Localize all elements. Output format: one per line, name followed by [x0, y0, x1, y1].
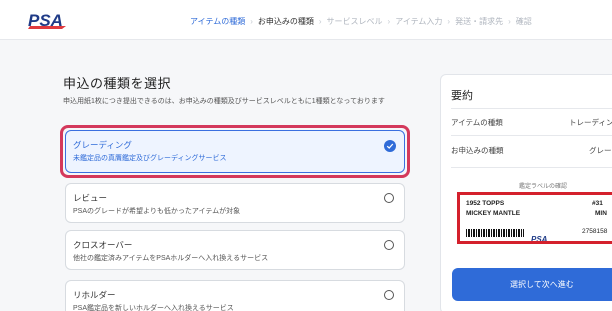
option-description: PSA鑑定品を新しいホルダーへ入れ換えるサービス [73, 305, 234, 311]
step-item-entry: アイテム入力 [395, 16, 443, 26]
chevron-right-icon: › [508, 16, 511, 26]
check-circle-icon[interactable] [384, 140, 396, 152]
cert-label-preview: 1952 TOPPS #31 MICKEY MANTLE MIN PSA 275… [457, 192, 612, 244]
cert-number: 2758158 [582, 228, 608, 235]
option-title: リホルダー [73, 290, 116, 300]
chevron-right-icon: › [387, 16, 391, 26]
chevron-right-icon: › [447, 16, 451, 26]
option-title: クロスオーバー [73, 240, 133, 250]
label-preview-caption: 鑑定ラベルの確認 [519, 184, 568, 190]
page-subtitle: 申込用紙1枚につき提出できるのは、お申込みの種類及びサービスレベルともに1種類と… [63, 98, 385, 105]
radio-button[interactable] [384, 193, 394, 203]
radio-button[interactable] [384, 290, 394, 300]
option-description: 他社の鑑定済みアイテムをPSAホルダーへ入れ換えるサービス [73, 255, 269, 262]
step-confirm: 確認 [515, 16, 532, 26]
chevron-right-icon: › [318, 16, 322, 26]
summary-submission-type-label: お申込みの種類 [451, 146, 504, 155]
radio-button[interactable] [384, 240, 394, 250]
option-title: グレーディング [73, 140, 132, 150]
divider [451, 108, 612, 109]
option-review[interactable]: レビュー PSAのグレードが希望よりも低かったアイテムが対象 [65, 183, 405, 223]
step-service-level: サービスレベル [326, 16, 383, 26]
option-reholder[interactable]: リホルダー PSA鑑定品を新しいホルダーへ入れ換えるサービス [65, 280, 405, 311]
option-description: PSAのグレードが希望よりも低かったアイテムが対象 [73, 208, 241, 215]
psa-logo[interactable]: PSA [26, 10, 72, 30]
select-next-button[interactable]: 選択して次へ進む [452, 268, 612, 301]
page-title: 申込の種類を選択 [63, 76, 172, 91]
cert-player-name: MICKEY MANTLE [466, 210, 521, 217]
step-item-type[interactable]: アイテムの種類 [190, 16, 245, 27]
progress-steps: アイテムの種類 › お申込みの種類 › サービスレベル › アイテム入力 › 発… [190, 14, 532, 28]
divider [451, 135, 612, 136]
option-description: 未鑑定品の真贋鑑定及びグレーディングサービス [73, 155, 227, 162]
step-submission-type: お申込みの種類 [257, 16, 314, 26]
psa-mini-logo: PSA [530, 231, 552, 241]
svg-text:PSA: PSA [531, 235, 548, 244]
cert-grade: MIN [595, 210, 607, 217]
cert-year-set: 1952 TOPPS [466, 200, 505, 207]
step-shipping-billing: 発送・請求先 [455, 16, 504, 26]
top-header: PSA アイテムの種類 › お申込みの種類 › サービスレベル › アイテム入力… [0, 0, 612, 40]
cert-card-number: #31 [592, 200, 603, 207]
summary-item-type-value: トレーディン [569, 118, 612, 127]
summary-panel: 要約 アイテムの種類 トレーディン お申込みの種類 グレー 鑑定ラベルの確認 1… [440, 74, 612, 311]
divider [451, 167, 612, 168]
option-crossover[interactable]: クロスオーバー 他社の鑑定済みアイテムをPSAホルダーへ入れ換えるサービス [65, 230, 405, 270]
summary-item-type-label: アイテムの種類 [451, 118, 503, 127]
barcode-image [466, 229, 524, 237]
chevron-right-icon: › [250, 16, 253, 26]
option-grading[interactable]: グレーディング 未鑑定品の真贋鑑定及びグレーディングサービス [65, 130, 405, 173]
option-title: レビュー [73, 193, 108, 203]
summary-title: 要約 [451, 90, 473, 102]
summary-submission-type-value: グレー [589, 146, 612, 155]
